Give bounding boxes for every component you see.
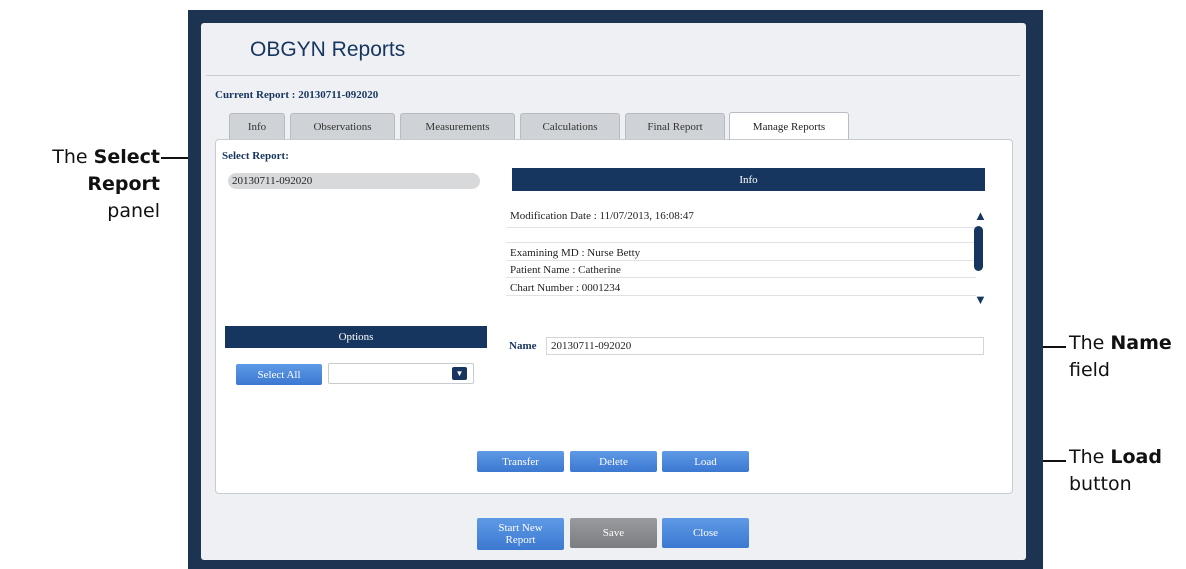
- tab-manage-reports[interactable]: Manage Reports: [729, 112, 849, 140]
- name-field[interactable]: [546, 337, 984, 355]
- callout-select-report-pre: The: [52, 146, 94, 168]
- load-button[interactable]: Load: [662, 451, 749, 472]
- app-title: OBGYN Reports: [250, 38, 406, 61]
- info-chart-number: Chart Number : 0001234: [510, 282, 621, 294]
- save-button[interactable]: Save: [570, 518, 657, 548]
- options-dropdown[interactable]: ▼: [328, 363, 474, 384]
- select-report-label: Select Report:: [222, 150, 289, 162]
- info-divider: [506, 295, 976, 296]
- tab-info[interactable]: Info: [229, 113, 285, 139]
- info-divider: [506, 277, 976, 278]
- manage-reports-panel: [215, 139, 1013, 494]
- callout-name-post: field: [1069, 359, 1110, 381]
- callout-name-pre: The: [1069, 332, 1111, 354]
- close-button[interactable]: Close: [662, 518, 749, 548]
- callout-select-report-bold1: Select: [93, 146, 160, 168]
- options-header: Options: [225, 326, 487, 348]
- callout-load-pre: The: [1069, 446, 1111, 468]
- title-divider: [206, 75, 1020, 76]
- current-report-label: Current Report : 20130711-092020: [215, 89, 379, 101]
- info-divider: [506, 227, 976, 228]
- callout-load-button: The Load button: [1069, 444, 1162, 498]
- info-modification-date: Modification Date : 11/07/2013, 16:08:47: [510, 210, 694, 222]
- callout-load-post: button: [1069, 473, 1132, 495]
- tab-measurements[interactable]: Measurements: [400, 113, 515, 139]
- name-label: Name: [509, 340, 537, 352]
- start-new-report-line1: Start New: [498, 522, 543, 534]
- tab-observations[interactable]: Observations: [290, 113, 395, 139]
- info-examining-md: Examining MD : Nurse Betty: [510, 247, 641, 259]
- callout-select-report-bold2: Report: [87, 173, 160, 195]
- callout-name-bold: Name: [1110, 332, 1172, 354]
- info-patient-name: Patient Name : Catherine: [510, 264, 621, 276]
- delete-button[interactable]: Delete: [570, 451, 657, 472]
- info-divider: [506, 260, 976, 261]
- tab-calculations[interactable]: Calculations: [520, 113, 620, 139]
- callout-select-report: The Select Report panel: [40, 144, 160, 225]
- chevron-down-icon[interactable]: ▼: [452, 367, 467, 380]
- scroll-up-icon[interactable]: ▲: [974, 208, 987, 223]
- callout-select-report-post: panel: [107, 200, 160, 222]
- scrollbar-thumb[interactable]: [974, 226, 983, 271]
- info-header: Info: [512, 168, 985, 191]
- transfer-button[interactable]: Transfer: [477, 451, 564, 472]
- scroll-down-icon[interactable]: ▼: [974, 292, 987, 307]
- info-divider: [506, 242, 976, 243]
- start-new-report-button[interactable]: Start New Report: [477, 518, 564, 550]
- callout-name-field: The Name field: [1069, 330, 1172, 384]
- tab-final-report[interactable]: Final Report: [625, 113, 725, 139]
- select-all-button[interactable]: Select All: [236, 364, 322, 385]
- callout-load-bold: Load: [1110, 446, 1162, 468]
- list-item-report[interactable]: 20130711-092020: [228, 173, 480, 189]
- start-new-report-line2: Report: [505, 534, 536, 546]
